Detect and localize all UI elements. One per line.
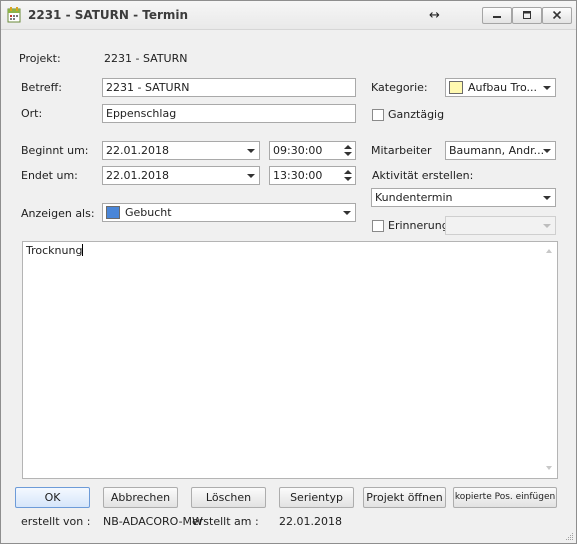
minimize-button[interactable] <box>482 7 512 24</box>
mitarbeiter-label: Mitarbeiter <box>371 144 432 157</box>
spin-down-icon[interactable] <box>344 152 352 156</box>
maximize-icon <box>523 11 531 19</box>
ort-input[interactable]: Eppenschlag <box>102 104 356 123</box>
maximize-button[interactable] <box>512 7 542 24</box>
end-date-value: 22.01.2018 <box>106 169 169 182</box>
spin-up-icon[interactable] <box>344 145 352 149</box>
erinnerung-select <box>445 216 556 235</box>
ok-button[interactable]: OK <box>15 487 90 508</box>
beginnt-label: Beginnt um: <box>21 144 89 157</box>
mitarbeiter-value: Baumann, Andr... <box>449 144 545 157</box>
chevron-down-icon <box>343 211 351 215</box>
anzeigen-value: Gebucht <box>125 206 172 219</box>
start-time-value: 09:30:00 <box>273 144 323 157</box>
kategorie-color-swatch <box>449 81 463 94</box>
title-bar[interactable]: 2231 - SATURN - Termin ↔ <box>1 1 576 30</box>
notes-textarea[interactable]: Trocknung <box>22 241 558 479</box>
chevron-down-icon <box>543 224 551 228</box>
spin-down-icon[interactable] <box>344 177 352 181</box>
kategorie-select[interactable]: Aufbau Tro... <box>445 78 556 97</box>
scroll-down-icon[interactable] <box>546 466 552 470</box>
end-date-picker[interactable]: 22.01.2018 <box>102 166 260 185</box>
appointment-dialog: 2231 - SATURN - Termin ↔ Projekt: 2231 -… <box>0 0 577 544</box>
anzeigen-color-swatch <box>106 206 120 219</box>
loeschen-button[interactable]: Löschen <box>191 487 266 508</box>
chevron-down-icon <box>247 174 255 178</box>
window-title: 2231 - SATURN - Termin <box>28 8 189 22</box>
resize-grip-icon[interactable] <box>564 531 574 541</box>
calendar-app-icon <box>7 7 21 23</box>
ort-value: Eppenschlag <box>106 107 177 120</box>
projekt-oeffnen-button[interactable]: Projekt öffnen <box>363 487 446 508</box>
scroll-up-icon[interactable] <box>546 249 552 253</box>
start-date-picker[interactable]: 22.01.2018 <box>102 141 260 160</box>
aktivitaet-value: Kundentermin <box>375 191 453 204</box>
mitarbeiter-select[interactable]: Baumann, Andr... <box>445 141 556 160</box>
chevron-down-icon <box>543 196 551 200</box>
close-icon <box>552 11 562 19</box>
chevron-down-icon <box>543 86 551 90</box>
erstellt-am-value: 22.01.2018 <box>279 515 342 528</box>
chevron-down-icon <box>247 149 255 153</box>
betreff-value: 2231 - SATURN <box>106 81 190 94</box>
anzeigen-label: Anzeigen als: <box>21 207 95 220</box>
abbrechen-button[interactable]: Abbrechen <box>103 487 178 508</box>
spin-up-icon[interactable] <box>344 170 352 174</box>
start-date-value: 22.01.2018 <box>106 144 169 157</box>
ganztaegig-checkbox[interactable] <box>372 109 384 121</box>
start-time-spinner[interactable]: 09:30:00 <box>269 141 356 160</box>
erinnerung-label: Erinnerung <box>388 219 449 232</box>
kopierte-pos-einfuegen-button[interactable]: kopierte Pos. einfügen <box>453 487 557 508</box>
ort-label: Ort: <box>21 107 43 120</box>
endet-label: Endet um: <box>21 169 78 182</box>
notes-value: Trocknung <box>26 244 83 257</box>
aktivitaet-label: Aktivität erstellen: <box>372 169 474 182</box>
end-time-spinner[interactable]: 13:30:00 <box>269 166 356 185</box>
serientyp-button[interactable]: Serientyp <box>279 487 354 508</box>
text-caret <box>82 244 84 256</box>
projekt-label: Projekt: <box>19 52 61 65</box>
anzeigen-select[interactable]: Gebucht <box>102 203 356 222</box>
notes-text: Trocknung <box>26 244 84 258</box>
ganztaegig-label: Ganztägig <box>388 108 445 121</box>
erstellt-von-label: erstellt von : <box>21 515 91 528</box>
end-time-value: 13:30:00 <box>273 169 323 182</box>
kategorie-label: Kategorie: <box>371 81 428 94</box>
erstellt-von-value: NB-ADACORO-MW <box>103 515 203 528</box>
erstellt-am-label: erstellt am : <box>192 515 259 528</box>
resize-cursor-icon: ↔ <box>429 8 440 23</box>
chevron-down-icon <box>543 149 551 153</box>
kategorie-value: Aufbau Tro... <box>468 81 537 94</box>
betreff-label: Betreff: <box>21 81 62 94</box>
aktivitaet-select[interactable]: Kundentermin <box>371 188 556 207</box>
projekt-value: 2231 - SATURN <box>104 52 188 65</box>
minimize-icon <box>493 16 501 18</box>
erinnerung-checkbox[interactable] <box>372 220 384 232</box>
close-button[interactable] <box>542 7 572 24</box>
betreff-input[interactable]: 2231 - SATURN <box>102 78 356 97</box>
